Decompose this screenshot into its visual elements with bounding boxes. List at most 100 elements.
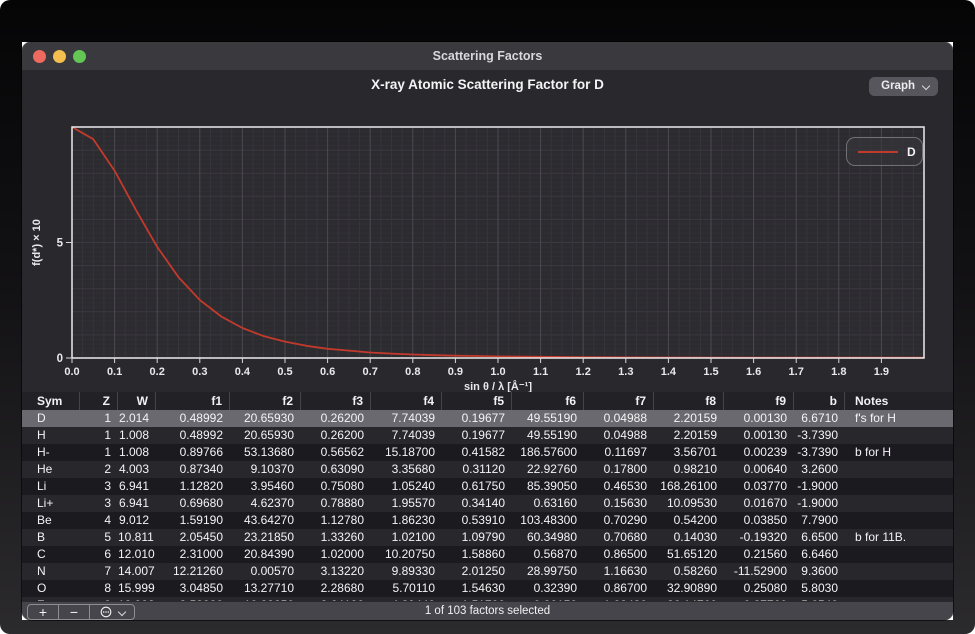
table-cell: 0.19677 xyxy=(442,410,512,427)
table-cell: Li+ xyxy=(22,495,80,512)
table-cell xyxy=(845,461,953,478)
column-header-f6[interactable]: f6 xyxy=(512,392,584,410)
x-tick-label: 0.6 xyxy=(320,366,335,378)
view-selector-dropdown[interactable]: Graph xyxy=(869,77,938,96)
table-row-He[interactable]: He24.0030.873409.103700.630903.356800.31… xyxy=(22,461,953,478)
x-tick-label: 0.5 xyxy=(277,366,292,378)
table-cell: 0.56562 xyxy=(301,444,371,461)
column-header-f8[interactable]: f8 xyxy=(654,392,724,410)
factors-table[interactable]: D12.0140.4899220.659300.262007.740390.19… xyxy=(22,410,953,620)
table-cell: 0.00239 xyxy=(724,444,794,461)
column-header-f5[interactable]: f5 xyxy=(442,392,512,410)
table-cell: 0.26200 xyxy=(301,410,371,427)
table-cell: 0.00130 xyxy=(724,427,794,444)
table-cell: 1 xyxy=(80,444,118,461)
table-cell: 3.04850 xyxy=(156,580,230,597)
column-header-f2[interactable]: f2 xyxy=(230,392,301,410)
x-tick-label: 0.3 xyxy=(192,366,207,378)
table-cell: 0.17800 xyxy=(584,461,654,478)
table-cell: 2 xyxy=(80,461,118,478)
table-cell: 1.12780 xyxy=(301,512,371,529)
add-factor-button[interactable]: + xyxy=(28,605,59,619)
chevron-down-icon xyxy=(118,609,125,616)
table-cell: 6.941 xyxy=(118,495,156,512)
table-row-D[interactable]: D12.0140.4899220.659300.262007.740390.19… xyxy=(22,410,953,427)
table-cell: 1.59190 xyxy=(156,512,230,529)
more-actions-button[interactable] xyxy=(90,605,134,619)
table-cell: 2.20159 xyxy=(654,410,724,427)
table-cell: 5.8030 xyxy=(794,580,845,597)
table-cell: 9.012 xyxy=(118,512,156,529)
table-cell: 0.48992 xyxy=(156,410,230,427)
table-cell: O xyxy=(22,580,80,597)
table-cell: 32.90890 xyxy=(654,580,724,597)
table-cell: 0.34140 xyxy=(442,495,512,512)
table-action-buttons: + − xyxy=(27,604,135,620)
table-row-N[interactable]: N714.00712.212600.005703.132209.893302.0… xyxy=(22,563,953,580)
table-cell: 0.61750 xyxy=(442,478,512,495)
column-header-sym[interactable]: Sym xyxy=(22,392,80,410)
table-cell: 3.56701 xyxy=(654,444,724,461)
column-header-z[interactable]: Z xyxy=(80,392,118,410)
legend-series-label: D xyxy=(907,145,916,159)
column-header-b[interactable]: b xyxy=(794,392,845,410)
table-row-H[interactable]: H11.0080.4899220.659300.262007.740390.19… xyxy=(22,427,953,444)
table-cell: 0.53910 xyxy=(442,512,512,529)
table-cell: N xyxy=(22,563,80,580)
table-cell: 12.21260 xyxy=(156,563,230,580)
table-cell: 0.15630 xyxy=(584,495,654,512)
table-cell: 1.95570 xyxy=(371,495,442,512)
table-cell: 13.27710 xyxy=(230,580,301,597)
table-cell: 53.13680 xyxy=(230,444,301,461)
y-tick-label: 5 xyxy=(57,238,64,250)
column-header-notes[interactable]: Notes xyxy=(845,392,953,410)
table-row-Be[interactable]: Be49.0121.5919043.642701.127801.862300.5… xyxy=(22,512,953,529)
table-cell: f's for H xyxy=(845,410,953,427)
x-tick-label: 1.1 xyxy=(533,366,548,378)
table-row-Li[interactable]: Li36.9411.128203.954600.750801.052400.61… xyxy=(22,478,953,495)
x-tick-label: 0.7 xyxy=(363,366,378,378)
table-cell: D xyxy=(22,410,80,427)
table-cell: 1.86230 xyxy=(371,512,442,529)
table-cell: 28.99750 xyxy=(512,563,584,580)
column-header-f4[interactable]: f4 xyxy=(371,392,442,410)
table-cell: 7 xyxy=(80,563,118,580)
plot-area[interactable]: 0.00.10.20.30.40.50.60.70.80.91.01.11.21… xyxy=(26,123,935,395)
table-cell: 0.01670 xyxy=(724,495,794,512)
table-cell: 1 xyxy=(80,427,118,444)
table-cell: 9.3600 xyxy=(794,563,845,580)
table-cell: 0.69680 xyxy=(156,495,230,512)
table-row-C[interactable]: C612.0102.3100020.843901.0200010.207501.… xyxy=(22,546,953,563)
table-cell xyxy=(845,512,953,529)
table-row-Li+[interactable]: Li+36.9410.696804.623700.788801.955700.3… xyxy=(22,495,953,512)
table-cell xyxy=(845,563,953,580)
x-tick-label: 1.4 xyxy=(661,366,677,378)
table-cell: 0.86700 xyxy=(584,580,654,597)
column-header-f1[interactable]: f1 xyxy=(156,392,230,410)
column-header-f3[interactable]: f3 xyxy=(301,392,371,410)
table-cell: 1.008 xyxy=(118,444,156,461)
table-cell: 1.16630 xyxy=(584,563,654,580)
table-cell: 5 xyxy=(80,529,118,546)
table-cell: 0.19677 xyxy=(442,427,512,444)
table-row-H-[interactable]: H-11.0080.8976653.136800.5656215.187000.… xyxy=(22,444,953,461)
table-row-O[interactable]: O815.9993.0485013.277102.286805.701101.5… xyxy=(22,580,953,597)
column-header-w[interactable]: W xyxy=(118,392,156,410)
scattering-plot[interactable]: 0.00.10.20.30.40.50.60.70.80.91.01.11.21… xyxy=(26,123,935,395)
table-cell: 3.95460 xyxy=(230,478,301,495)
table-cell: 4 xyxy=(80,512,118,529)
table-row-B[interactable]: B510.8112.0545023.218501.332601.021001.0… xyxy=(22,529,953,546)
x-tick-label: 1.8 xyxy=(831,366,846,378)
table-cell: 3.35680 xyxy=(371,461,442,478)
table-cell: 10.09530 xyxy=(654,495,724,512)
table-cell: Be xyxy=(22,512,80,529)
title-bar[interactable]: Scattering Factors xyxy=(22,42,953,71)
table-cell: 6.6460 xyxy=(794,546,845,563)
table-cell: 6.941 xyxy=(118,478,156,495)
table-cell: 7.74039 xyxy=(371,427,442,444)
legend[interactable]: D xyxy=(846,137,923,166)
table-cell: 2.31000 xyxy=(156,546,230,563)
column-header-f7[interactable]: f7 xyxy=(584,392,654,410)
column-header-f9[interactable]: f9 xyxy=(724,392,794,410)
remove-factor-button[interactable]: − xyxy=(59,605,90,619)
